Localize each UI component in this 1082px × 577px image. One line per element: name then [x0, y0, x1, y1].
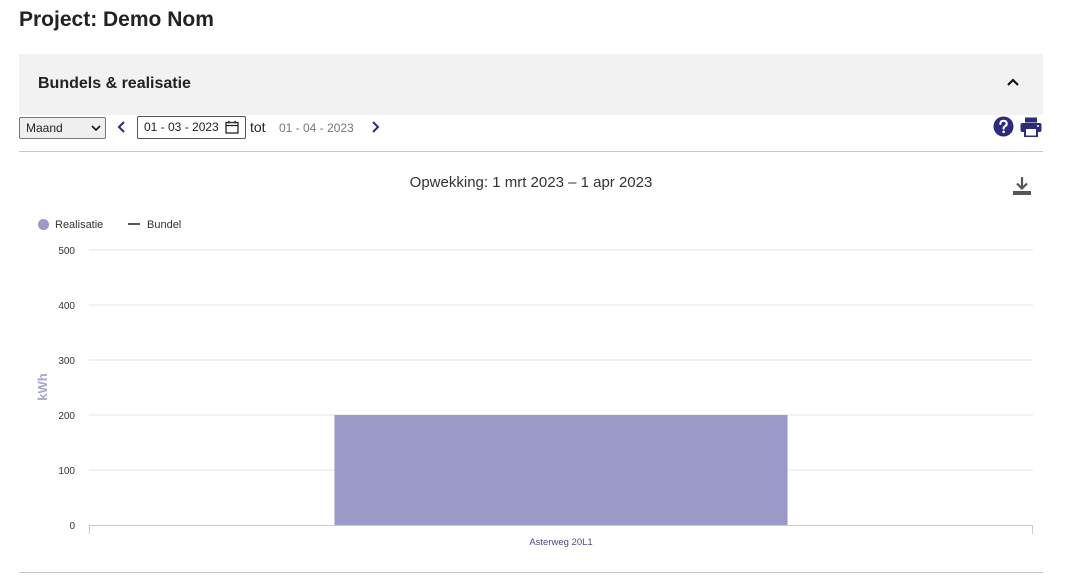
y-tick-label: 400 [58, 301, 75, 312]
y-tick-label: 300 [58, 356, 75, 367]
y-tick-label: 200 [58, 411, 75, 422]
y-axis-label: kWh [35, 373, 50, 401]
x-tick-label: Asterweg 20L1 [529, 537, 592, 548]
y-tick-label: 100 [58, 466, 75, 477]
y-tick-label: 500 [58, 246, 75, 257]
y-tick-label: 0 [69, 521, 75, 532]
bar-realisatie [334, 415, 788, 525]
bar-chart: 0 100 200 300 400 500 kWh Asterweg 20L1 [35, 246, 1033, 548]
divider [19, 572, 1043, 573]
page: Project: Demo Nom Bundels & realisatie M… [0, 0, 1082, 577]
